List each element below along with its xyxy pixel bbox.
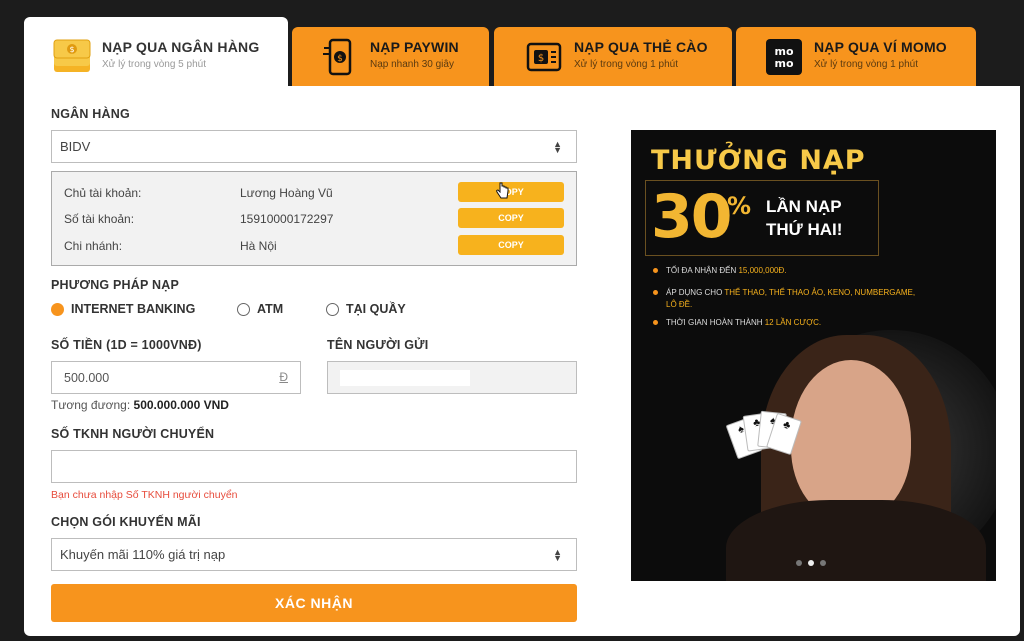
bullet-text: TỐI ĐA NHẬN ĐẾN [666, 266, 739, 275]
scratch-card-icon: $ [524, 37, 564, 77]
bullet-dot [653, 320, 658, 326]
tab-title: NẠP QUA THẺ CÀO [574, 39, 708, 55]
radio-counter[interactable]: TẠI QUẦY [326, 302, 406, 316]
money-stack-icon: $ [52, 37, 92, 77]
bank-select[interactable]: BIDV ▲ ▼ [51, 130, 577, 163]
tab-scratch-card[interactable]: $ NẠP QUA THẺ CÀO Xử lý trong vòng 1 phú… [494, 27, 732, 92]
amount-label: SỐ TIỀN (1D = 1000VNĐ) [51, 338, 202, 352]
banner-percent: % [727, 192, 752, 220]
select-arrow-icon: ▲ ▼ [553, 546, 562, 563]
svg-text:$: $ [538, 53, 544, 64]
model-face [791, 360, 911, 520]
bullet-highlight: 12 LẦN CƯỢC. [764, 318, 822, 327]
tab-subtitle: Nạp nhanh 30 giây [370, 59, 454, 70]
copy-number-button[interactable]: COPY [458, 208, 564, 228]
copy-holder-button[interactable]: COPY [458, 182, 564, 202]
bullet-highlight: 15,000,000Đ. [738, 266, 787, 275]
playing-cards-icon: ♠ ♣ ♠ ♣ [725, 410, 802, 472]
bullet-dot [653, 290, 658, 296]
panel-top-edge [287, 86, 1020, 90]
tab-momo[interactable]: mo mo NẠP QUA VÍ MOMO Xử lý trong vòng 1… [736, 27, 976, 92]
carousel-dot-2[interactable] [808, 560, 814, 566]
svg-text:$: $ [337, 54, 343, 64]
equivalent-value: 500.000.000 VND [133, 398, 229, 412]
promo-label: CHỌN GÓI KHUYẾN MÃI [51, 515, 201, 529]
tab-title: NẠP QUA NGÂN HÀNG [102, 39, 260, 55]
sender-label: TÊN NGƯỜI GỬI [327, 338, 429, 352]
amount-unit: Đ [279, 370, 288, 384]
hand-cursor-icon [496, 182, 509, 199]
promo-select-value: Khuyến mãi 110% giá trị nạp [60, 547, 226, 562]
radio-label: ATM [257, 302, 284, 316]
tab-title: NẠP PAYWIN [370, 39, 459, 55]
account-no-input[interactable] [51, 450, 577, 483]
method-label: PHƯƠNG PHÁP NẠP [51, 278, 179, 292]
branch-row: Chi nhánh: Hà Nội COPY [52, 235, 576, 257]
radio-dot [326, 302, 339, 316]
radio-internet-banking[interactable]: INTERNET BANKING [51, 302, 195, 316]
bullet-highlight: LÔ ĐỀ. [666, 300, 693, 309]
account-holder-value: Lương Hoàng Vũ [240, 186, 333, 200]
sender-input[interactable] [327, 361, 577, 394]
radio-label: INTERNET BANKING [71, 302, 196, 316]
banner-bullet: THỜI GIAN HOÀN THÀNH 12 LẦN CƯỢC. [653, 318, 821, 327]
amount-input[interactable]: 500.000 Đ [51, 361, 301, 394]
banner-line2: THỨ HAI! [766, 220, 843, 239]
tab-title: NẠP QUA VÍ MOMO [814, 39, 947, 55]
account-number-label: Số tài khoản: [64, 212, 135, 226]
tab-bank[interactable]: $ NẠP QUA NGÂN HÀNG Xử lý trong vòng 5 p… [24, 17, 288, 92]
select-arrow-icon: ▲ ▼ [553, 138, 562, 155]
tab-subtitle: Xử lý trong vòng 1 phút [814, 59, 918, 70]
bullet-text: ÁP DỤNG CHO [666, 288, 725, 297]
tab-paywin[interactable]: $ NẠP PAYWIN Nạp nhanh 30 giây [292, 27, 489, 92]
account-no-label: SỐ TKNH NGƯỜI CHUYỂN [51, 427, 215, 441]
account-number-row: Số tài khoản: 15910000172297 COPY [52, 208, 576, 230]
svg-text:$: $ [69, 45, 74, 54]
carousel-dot-1[interactable] [796, 560, 802, 566]
svg-text:mo: mo [774, 57, 793, 70]
radio-atm[interactable]: ATM [237, 302, 283, 316]
copy-branch-button[interactable]: COPY [458, 235, 564, 255]
mobile-pay-icon: $ [320, 37, 360, 77]
account-holder-label: Chủ tài khoản: [64, 186, 142, 200]
submit-button[interactable]: XÁC NHẬN [51, 584, 577, 622]
tab-subtitle: Xử lý trong vòng 5 phút [102, 59, 206, 70]
equivalent-prefix: Tương đương: [51, 398, 134, 412]
promo-banner[interactable]: THƯỞNG NẠP 30 % LẦN NẠP THỨ HAI! TỐI ĐA … [631, 130, 996, 581]
carousel-dot-3[interactable] [820, 560, 826, 566]
bank-label: NGÂN HÀNG [51, 107, 130, 121]
radio-dot [237, 302, 250, 316]
sender-redacted [340, 369, 470, 386]
model-body [726, 500, 986, 581]
carousel-dots [796, 560, 826, 566]
equivalent-text: Tương đương: 500.000.000 VND [51, 398, 229, 412]
bullet-text: THỜI GIAN HOÀN THÀNH [666, 318, 765, 327]
radio-dot [51, 302, 64, 316]
account-number-value: 15910000172297 [240, 212, 334, 226]
bullet-highlight: THỂ THAO, THỂ THAO ẢO, KENO, NUMBERGAME, [724, 288, 916, 297]
banner-bullet: LÔ ĐỀ. [666, 300, 692, 309]
branch-value: Hà Nội [240, 239, 277, 253]
radio-label: TẠI QUẦY [346, 302, 406, 316]
banner-line1: LẦN NẠP [766, 197, 842, 216]
banner-headline: THƯỞNG NẠP [651, 145, 866, 176]
bank-select-value: BIDV [60, 139, 91, 154]
momo-logo-icon: mo mo [764, 37, 804, 77]
promo-select[interactable]: Khuyến mãi 110% giá trị nạp ▲ ▼ [51, 538, 577, 571]
account-info-box: Chủ tài khoản: Lương Hoàng Vũ COPY Số tà… [51, 171, 577, 266]
banner-bullet: ÁP DỤNG CHO THỂ THAO, THỂ THAO ẢO, KENO,… [653, 288, 915, 297]
bullet-dot [653, 268, 658, 274]
amount-value: 500.000 [64, 370, 110, 385]
banner-big-number: 30 [651, 182, 732, 252]
payment-tabs: $ NẠP QUA NGÂN HÀNG Xử lý trong vòng 5 p… [24, 17, 1020, 92]
banner-bullet: TỐI ĐA NHẬN ĐẾN 15,000,000Đ. [653, 266, 787, 275]
account-no-error: Bạn chưa nhập Số TKNH người chuyển [51, 489, 238, 501]
tab-subtitle: Xử lý trong vòng 1 phút [574, 59, 678, 70]
branch-label: Chi nhánh: [64, 239, 123, 253]
